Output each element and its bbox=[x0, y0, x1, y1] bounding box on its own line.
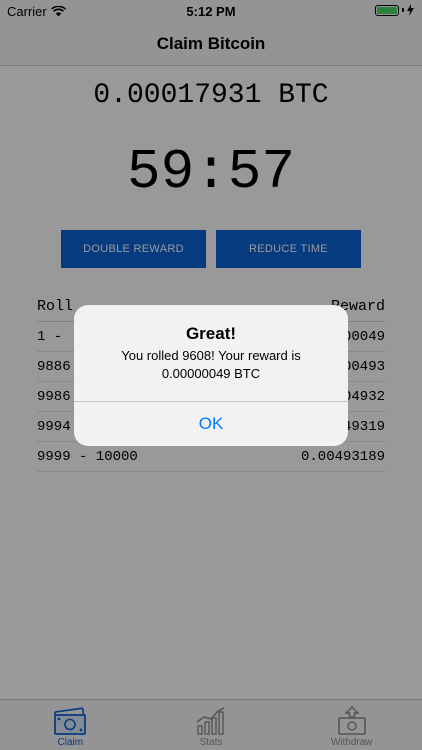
alert-ok-button[interactable]: OK bbox=[74, 402, 348, 446]
reward-alert-dialog: Great! You rolled 9608! Your reward is 0… bbox=[74, 305, 348, 446]
alert-title: Great! bbox=[185, 324, 237, 343]
alert-message: You rolled 9608! Your reward is 0.000000… bbox=[121, 348, 301, 381]
